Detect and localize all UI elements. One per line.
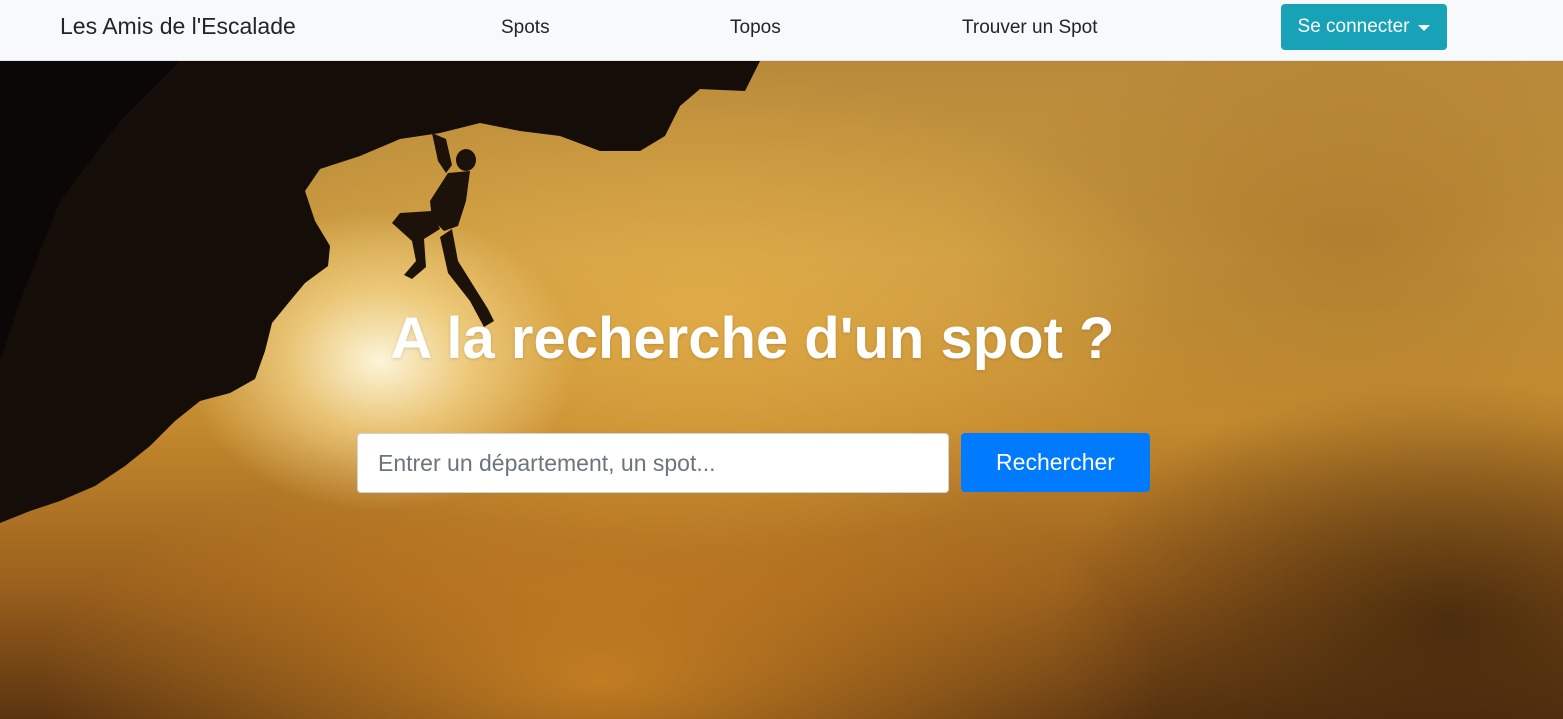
top-navbar: Les Amis de l'Escalade Spots Topos Trouv… [0,0,1563,61]
caret-down-icon [1418,25,1431,31]
hero-title: A la recherche d'un spot ? [390,306,1115,371]
hero-banner: A la recherche d'un spot ? Rechercher [0,61,1563,719]
search-input[interactable] [357,433,949,493]
brand-logo-link[interactable]: Les Amis de l'Escalade [60,13,296,40]
login-dropdown-button[interactable]: Se connecter [1281,4,1447,50]
nav-link-spots[interactable]: Spots [501,17,550,39]
climber-silhouette-icon [0,61,760,523]
search-button[interactable]: Rechercher [961,433,1150,492]
login-label: Se connecter [1297,16,1410,37]
nav-link-topos[interactable]: Topos [730,17,781,39]
nav-link-find-spot[interactable]: Trouver un Spot [962,17,1098,39]
